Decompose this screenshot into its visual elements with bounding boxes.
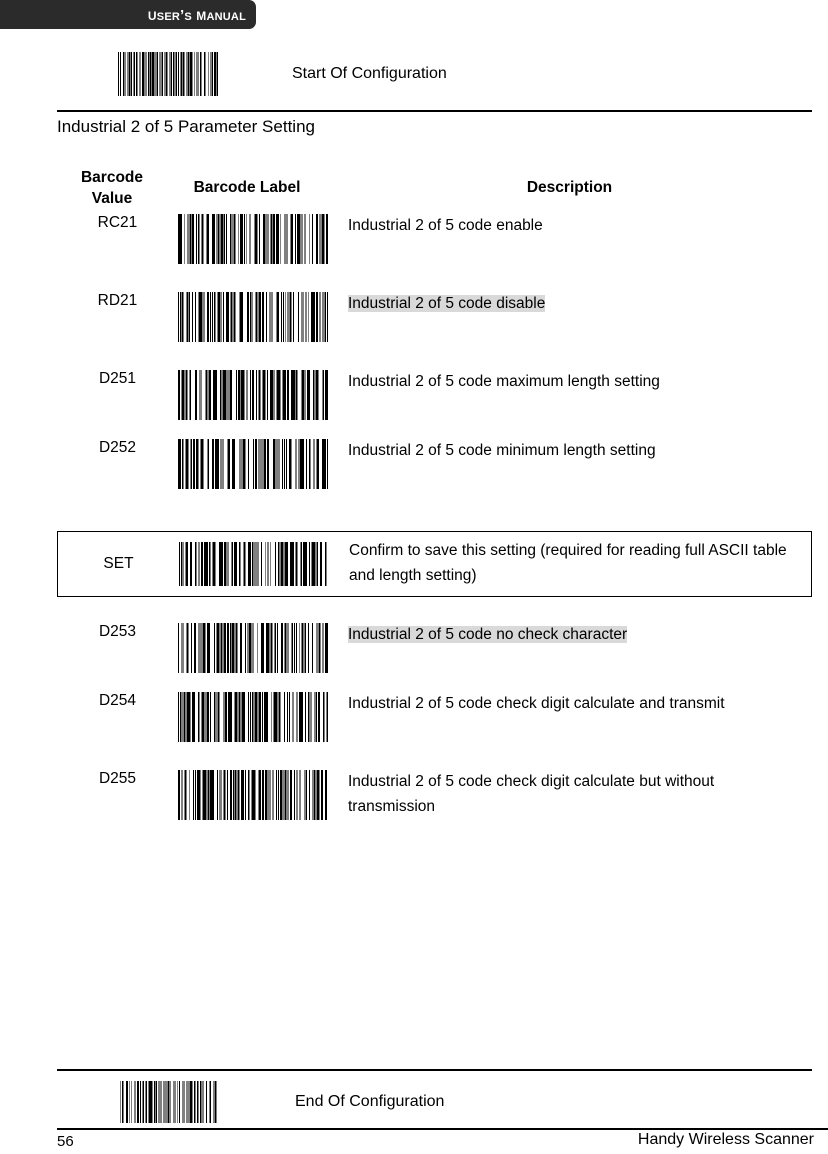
- parameter-table: Barcode Value Barcode Label Description …: [57, 166, 812, 820]
- barcode-set: [179, 542, 327, 586]
- cell-description: Industrial 2 of 5 code check digit calcu…: [348, 695, 725, 712]
- cell-description: Industrial 2 of 5 code no check characte…: [348, 626, 628, 643]
- cell-barcode-label: [178, 292, 348, 342]
- cell-barcode-value: D255: [98, 770, 137, 787]
- users-manual-title: USER’S MANUAL: [147, 4, 246, 24]
- cell-barcode-value: D251: [98, 370, 137, 387]
- start-of-configuration-row: Start Of Configuration: [118, 52, 447, 96]
- barcode-d251: [178, 370, 328, 420]
- end-of-configuration-label: End Of Configuration: [295, 1093, 445, 1110]
- cell-barcode-value-set: SET: [103, 555, 134, 572]
- cell-barcode-label: [178, 770, 348, 820]
- set-confirm-box: SET Confirm to save this setting (requir…: [57, 531, 812, 597]
- cell-barcode-label: [178, 692, 348, 742]
- column-header-description: Description: [526, 179, 613, 196]
- cell-barcode-value: D252: [98, 439, 137, 456]
- table-row: D254 Industrial 2 of 5 code check digit …: [57, 692, 812, 742]
- footer-product-name: Handy Wireless Scanner: [637, 1131, 814, 1148]
- cell-description: Industrial 2 of 5 code maximum length se…: [348, 373, 660, 390]
- column-header-barcode-label: Barcode Label: [193, 179, 301, 196]
- cell-description: Industrial 2 of 5 code disable: [348, 295, 546, 312]
- cell-description: Industrial 2 of 5 code minimum length se…: [348, 442, 656, 459]
- table-row: RD21 Industrial 2 of 5 code disable: [57, 292, 812, 342]
- barcode-rc21: [178, 214, 328, 264]
- cell-barcode-value: D253: [98, 623, 137, 640]
- barcode-d254: [178, 692, 328, 742]
- table-row: D253 Industrial 2 of 5 code no check cha…: [57, 623, 812, 673]
- column-header-barcode-value: Barcode Value: [80, 169, 144, 207]
- cell-barcode-value: RD21: [97, 292, 138, 309]
- end-of-configuration-barcode: [120, 1081, 217, 1123]
- cell-description: Industrial 2 of 5 code enable: [348, 217, 543, 234]
- barcode-d252: [178, 439, 328, 489]
- cell-description: Industrial 2 of 5 code check digit calcu…: [348, 773, 715, 815]
- cell-barcode-label: [178, 623, 348, 673]
- start-of-configuration-barcode: [118, 52, 218, 96]
- table-row: D251 Industrial 2 of 5 code maximum leng…: [57, 370, 812, 420]
- start-of-configuration-label: Start Of Configuration: [292, 65, 447, 82]
- footer-divider-rule: [57, 1069, 812, 1071]
- table-header-row: Barcode Value Barcode Label Description: [57, 166, 812, 208]
- cell-barcode-label: [178, 214, 348, 264]
- cell-description-set: Confirm to save this setting (required f…: [349, 542, 787, 584]
- barcode-d255: [178, 770, 328, 820]
- section-title: Industrial 2 of 5 Parameter Setting: [57, 117, 315, 136]
- header-divider-rule: [57, 110, 812, 112]
- cell-barcode-label: [178, 439, 348, 489]
- cell-barcode-label: [178, 370, 348, 420]
- table-row: RC21 Industrial 2 of 5 code enable: [57, 214, 812, 264]
- end-of-configuration-row: End Of Configuration: [120, 1081, 444, 1123]
- cell-barcode-value: D254: [98, 692, 137, 709]
- page-number: 56: [57, 1133, 74, 1150]
- cell-barcode-value: RC21: [97, 214, 138, 231]
- table-row: D252 Industrial 2 of 5 code minimum leng…: [57, 439, 812, 489]
- users-manual-header-bar: USER’S MANUAL: [0, 0, 256, 29]
- barcode-d253: [178, 623, 328, 673]
- page-bottom-rule: [57, 1128, 828, 1130]
- barcode-rd21: [178, 292, 328, 342]
- table-row: D255 Industrial 2 of 5 code check digit …: [57, 770, 812, 820]
- cell-barcode-label-set: [179, 542, 349, 586]
